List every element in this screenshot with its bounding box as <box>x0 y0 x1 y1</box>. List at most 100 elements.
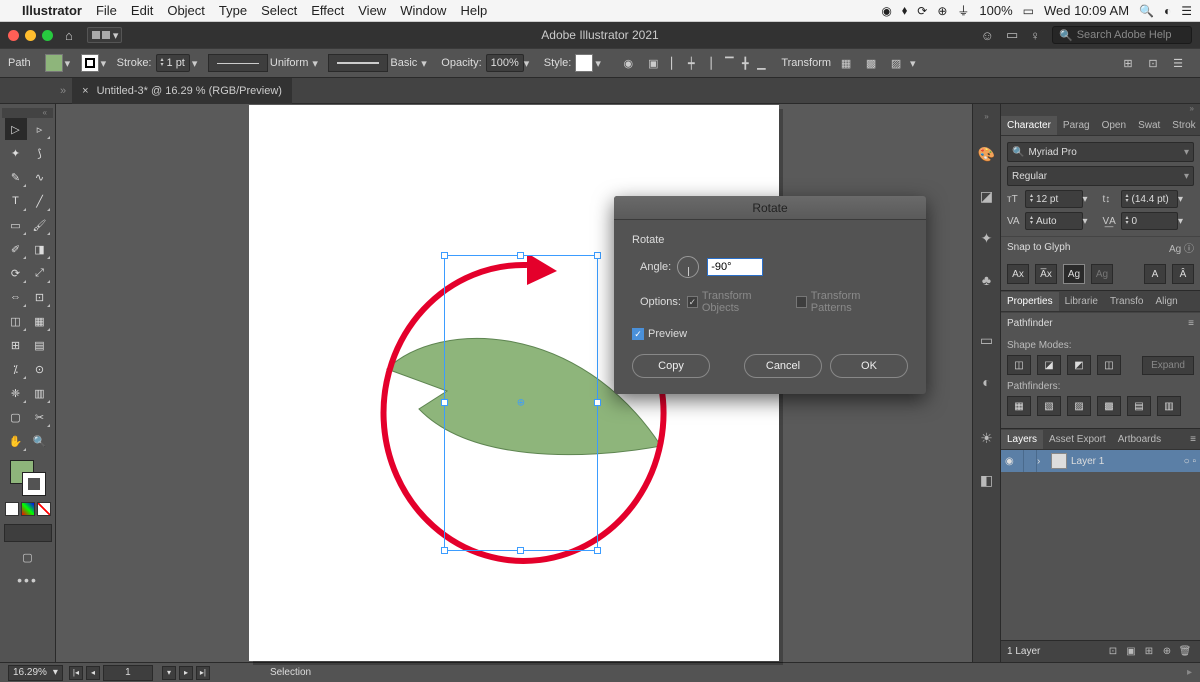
layer-target-icon[interactable]: ○ ▫ <box>1184 456 1196 467</box>
strip-expand[interactable]: » <box>973 112 1000 122</box>
artboard-dd[interactable]: ▾ <box>162 666 176 680</box>
glyph-baseline[interactable]: Ax <box>1007 264 1029 284</box>
layer-visibility-icon[interactable]: ◉ <box>1005 456 1023 467</box>
zoom-window-button[interactable] <box>42 30 53 41</box>
align-hcenter-icon[interactable]: ┿ <box>683 55 699 71</box>
wifi-icon[interactable]: ⏚ <box>957 2 969 19</box>
fill-stroke-control[interactable] <box>10 460 46 496</box>
menu-file[interactable]: File <box>96 3 117 18</box>
recolor-icon[interactable]: ◉ <box>617 54 639 72</box>
exclude-button[interactable]: ◫ <box>1097 355 1121 375</box>
crop-pf-button[interactable]: ▩ <box>1097 396 1121 416</box>
color-guide-panel-icon[interactable]: ◪ <box>980 186 993 206</box>
appearance-panel-icon[interactable]: ◧ <box>980 470 993 490</box>
tab-character[interactable]: Character <box>1001 116 1057 135</box>
close-window-button[interactable] <box>8 30 19 41</box>
tab-stroke[interactable]: Strok <box>1166 116 1200 135</box>
color-mode-normal[interactable] <box>5 502 19 516</box>
handle-ml[interactable] <box>441 399 448 406</box>
tabs-expand-icon[interactable]: » <box>60 85 66 97</box>
outline-button[interactable]: ▤ <box>1127 396 1151 416</box>
brushes-panel-icon[interactable]: ✦ <box>981 228 993 248</box>
home-icon[interactable]: ⌂ <box>65 28 73 43</box>
edit-toolbar-button[interactable]: ••• <box>17 572 38 588</box>
width-tool[interactable]: ⇔ <box>5 286 27 308</box>
symbol-sprayer-tool[interactable]: ❈ <box>5 382 27 404</box>
first-artboard-button[interactable]: |◂ <box>69 666 83 680</box>
glyph-capheight[interactable]: Ag <box>1063 264 1085 284</box>
align-top-icon[interactable]: ▔ <box>721 55 737 71</box>
next-artboard-button[interactable]: ▸ <box>179 666 193 680</box>
free-transform-tool[interactable]: ⊡ <box>29 286 51 308</box>
direct-selection-tool[interactable]: ▹ <box>29 118 51 140</box>
gradient-panel-icon[interactable]: ◐ <box>982 372 990 392</box>
brush-select[interactable] <box>328 54 388 72</box>
stroke-weight-input[interactable]: ▴▾1 pt <box>156 54 190 72</box>
transform-objects-checkbox[interactable]: ✓ <box>687 296 698 308</box>
shape-builder-tool[interactable]: ◫ <box>5 310 27 332</box>
tracking-dd[interactable]: ▾ <box>1178 216 1188 227</box>
toolbox-collapse[interactable]: « <box>2 108 53 118</box>
graph-tool[interactable]: ▥ <box>29 382 51 404</box>
menu-window[interactable]: Window <box>400 3 446 18</box>
align-right-icon[interactable]: ▕ <box>699 55 715 71</box>
menu-help[interactable]: Help <box>460 3 487 18</box>
brush-dd[interactable]: ▾ <box>421 57 431 70</box>
layer-name[interactable]: Layer 1 <box>1071 456 1104 467</box>
color-mode-none[interactable] <box>37 502 51 516</box>
tab-paragraph[interactable]: Parag <box>1057 116 1096 135</box>
align-pixel-icon[interactable]: ⊞ <box>1117 54 1139 72</box>
glyph-a2[interactable]: Â <box>1172 264 1194 284</box>
close-tab-icon[interactable]: × <box>82 85 88 97</box>
menu-object[interactable]: Object <box>167 3 205 18</box>
eraser-tool[interactable]: ◨ <box>29 238 51 260</box>
tracking-input[interactable]: ▴▾0 <box>1121 212 1179 230</box>
new-sublayer-icon[interactable]: ⊞ <box>1140 646 1158 657</box>
blend-tool[interactable]: ⊙ <box>29 358 51 380</box>
layer-expand-icon[interactable]: › <box>1037 456 1051 467</box>
edit-contents-icon[interactable]: ▨ <box>885 54 907 72</box>
align-vcenter-icon[interactable]: ╋ <box>737 55 753 71</box>
minimize-window-button[interactable] <box>25 30 36 41</box>
more-dd[interactable]: ▾ <box>910 57 920 70</box>
delete-layer-icon[interactable]: 🗑 <box>1176 646 1194 657</box>
tab-libraries[interactable]: Librarie <box>1059 292 1104 311</box>
cancel-button[interactable]: Cancel <box>744 354 822 378</box>
angle-dial[interactable] <box>677 256 699 278</box>
fill-swatch[interactable] <box>45 54 63 72</box>
isolate-icon[interactable]: ▩ <box>860 54 882 72</box>
rotate-tool[interactable]: ⟳ <box>5 262 27 284</box>
symbols-panel-icon[interactable]: ♣ <box>982 270 991 290</box>
rectangle-tool[interactable]: ▭ <box>5 214 27 236</box>
type-tool[interactable]: T <box>5 190 27 212</box>
battery-text[interactable]: 100% <box>979 3 1012 18</box>
menu-edit[interactable]: Edit <box>131 3 153 18</box>
align-left-icon[interactable]: ▏ <box>667 55 683 71</box>
eyedropper-tool[interactable]: ⁒ <box>5 358 27 380</box>
window-layout-icon[interactable]: ▭ <box>1006 27 1018 43</box>
fill-dd[interactable]: ▾ <box>65 57 75 70</box>
user-icon[interactable]: ☺ <box>981 28 994 43</box>
leading-input[interactable]: ▴▾(14.4 pt) <box>1121 190 1179 208</box>
pen-tool[interactable]: ✎ <box>5 166 27 188</box>
tab-swatches[interactable]: Swat <box>1132 116 1166 135</box>
crop-icon[interactable]: ⊡ <box>1142 54 1164 72</box>
handle-bl[interactable] <box>441 547 448 554</box>
clip-mask-icon[interactable]: ▣ <box>1122 646 1140 657</box>
prefs-icon[interactable]: ☰ <box>1167 54 1189 72</box>
expand-button[interactable]: Expand <box>1142 356 1194 375</box>
angle-input[interactable] <box>707 258 763 276</box>
transform-label[interactable]: Transform <box>781 57 831 69</box>
style-swatch[interactable] <box>575 54 593 72</box>
notification-icon[interactable]: ☰ <box>1181 4 1192 18</box>
tab-layers[interactable]: Layers <box>1001 430 1043 449</box>
spotlight-icon[interactable]: 🔍 <box>1139 4 1154 18</box>
color-mode-gradient[interactable] <box>21 502 35 516</box>
search-help-input[interactable]: 🔍 Search Adobe Help <box>1052 26 1192 44</box>
draw-mode-select[interactable] <box>4 524 52 542</box>
glyph-a[interactable]: A <box>1144 264 1166 284</box>
tab-asset-export[interactable]: Asset Export <box>1043 430 1112 449</box>
artboard-number-input[interactable]: 1 <box>103 665 153 681</box>
shaper-tool[interactable]: ✐ <box>5 238 27 260</box>
last-artboard-button[interactable]: ▸| <box>196 666 210 680</box>
